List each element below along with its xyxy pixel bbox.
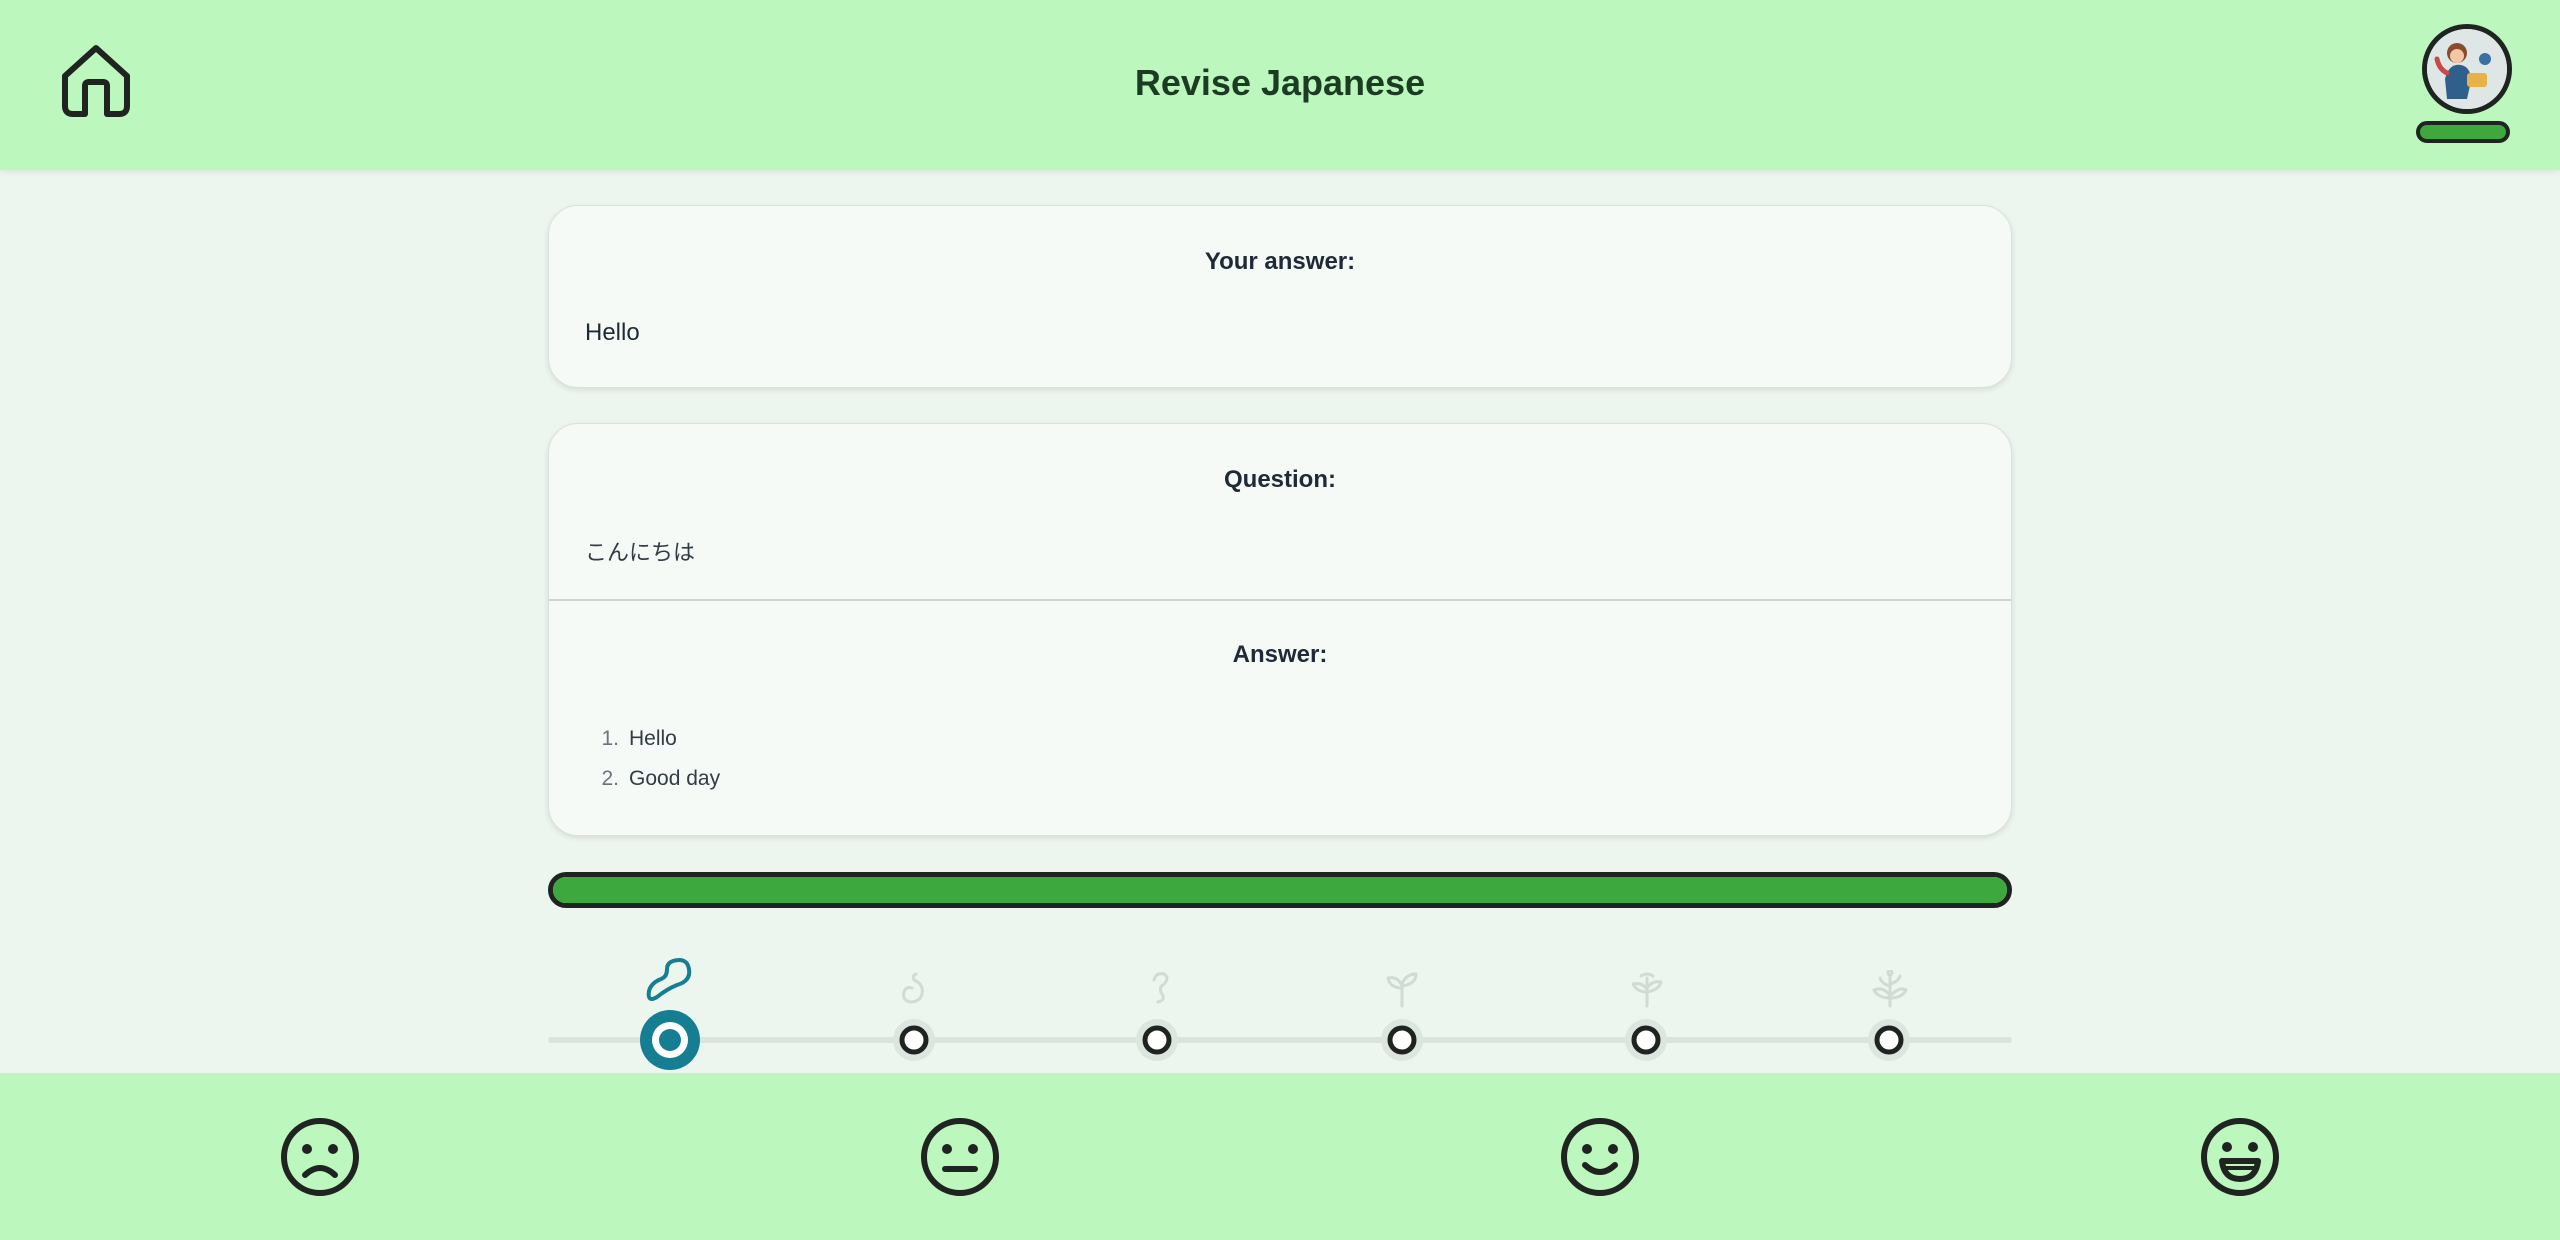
neutral-face-icon	[921, 1118, 999, 1196]
stage-dot-5[interactable]	[1621, 1019, 1671, 1066]
young-plant-icon	[1627, 970, 1667, 1013]
stage-dot-1[interactable]	[640, 1010, 700, 1075]
user-avatar[interactable]	[2422, 24, 2512, 114]
answer-list: 1. Hello 2. Good day	[585, 719, 720, 799]
review-progress-bar	[548, 872, 2012, 908]
user-answer-text: Hello	[585, 319, 640, 346]
user-answer-card: Your answer: Hello	[548, 205, 2012, 388]
user-answer-heading: Your answer:	[1204, 248, 1356, 275]
top-bar: Revise Japanese	[0, 0, 2560, 170]
rate-good-button[interactable]	[1560, 1117, 1640, 1197]
answer-list-item: 1. Hello	[585, 719, 720, 759]
answer-item-text: Hello	[629, 727, 677, 750]
question-text: こんにちは	[585, 540, 696, 565]
answer-item-number: 1.	[601, 727, 619, 750]
rate-hard-button[interactable]	[920, 1117, 1000, 1197]
avatar-illustration	[2427, 29, 2507, 109]
smile-face-icon	[1561, 1118, 1639, 1196]
sad-face-icon	[281, 1118, 359, 1196]
stage-dot-4[interactable]	[1377, 1019, 1427, 1066]
stage-dot-2[interactable]	[889, 1019, 939, 1066]
rating-bar	[0, 1073, 2560, 1240]
answer-item-number: 2.	[601, 767, 619, 790]
stage-dot-3[interactable]	[1132, 1019, 1182, 1066]
rate-again-button[interactable]	[280, 1117, 360, 1197]
seedling-icon	[1382, 970, 1422, 1013]
grin-face-icon	[2201, 1118, 2279, 1196]
card-divider	[549, 599, 2011, 601]
page-title: Revise Japanese	[1134, 62, 1426, 103]
growing-plant-icon	[1870, 968, 1910, 1013]
stage-dot-6[interactable]	[1864, 1019, 1914, 1066]
question-answer-card: Question: こんにちは Answer: 1. Hello 2. Good d…	[548, 423, 2012, 836]
rate-easy-button[interactable]	[2200, 1117, 2280, 1197]
curled-sprout-icon	[1144, 970, 1176, 1011]
answer-list-item: 2. Good day	[585, 759, 720, 799]
answer-item-text: Good day	[629, 767, 721, 790]
progress-fill	[553, 877, 2007, 903]
seed-icon	[643, 955, 695, 1010]
stage-track	[548, 1037, 2012, 1043]
answer-heading: Answer:	[1232, 641, 1328, 668]
sprouting-seed-icon	[898, 970, 930, 1011]
question-heading: Question:	[1224, 466, 1336, 493]
avatar-level-bar	[2416, 121, 2510, 143]
